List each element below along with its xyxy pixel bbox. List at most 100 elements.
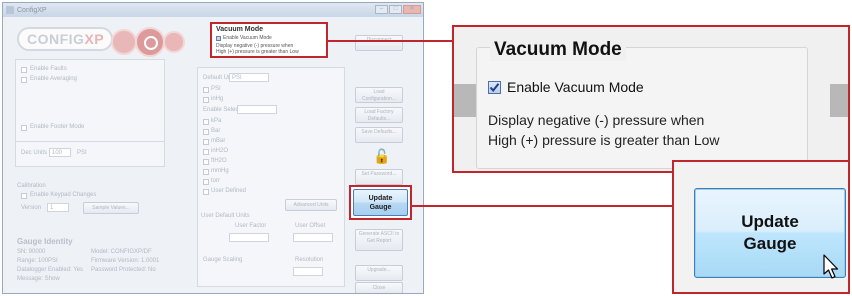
unit-checkbox-user-defined[interactable] bbox=[203, 189, 209, 195]
checkmark-icon bbox=[489, 82, 500, 92]
step-1-icon[interactable] bbox=[111, 29, 137, 55]
enable-faults-label: Enable Faults bbox=[30, 66, 67, 72]
save-defaults-button[interactable]: Save Defaults... bbox=[355, 127, 403, 143]
decimals-label: Dec Units bbox=[21, 150, 48, 156]
unit-checkbox-mmhg[interactable] bbox=[203, 169, 209, 175]
enable-vacuum-mode-row[interactable]: Enable Vacuum Mode bbox=[488, 79, 644, 95]
unit-inhg: inHg bbox=[211, 96, 224, 102]
unit-checkbox-bar[interactable] bbox=[203, 129, 209, 135]
keypad-changes-label: Enable Keypad Changes bbox=[30, 192, 97, 198]
keypad-changes-checkbox[interactable] bbox=[21, 193, 27, 199]
vacuum-description-line-1: Display negative (-) pressure when bbox=[488, 112, 705, 128]
enable-vacuum-mode-label: Enable Vacuum Mode bbox=[507, 79, 644, 95]
unit-checkbox-mbar[interactable] bbox=[203, 139, 209, 145]
unit-user-defined: User Defined bbox=[211, 188, 247, 194]
vacuum-mode-zoom-panel: Vacuum Mode Enable Vacuum Mode Display n… bbox=[452, 25, 850, 173]
resolution-label: Resolution bbox=[295, 257, 324, 263]
set-password-button[interactable]: Set Password... bbox=[355, 169, 403, 185]
vacuum-mode-highlight: Vacuum Mode Enable Vacuum Mode Display n… bbox=[210, 22, 328, 58]
minimize-button[interactable]: – bbox=[375, 5, 388, 14]
faults-group bbox=[15, 59, 165, 151]
update-gauge-button-small[interactable]: Update Gauge bbox=[353, 189, 408, 216]
unit-mbar: mBar bbox=[211, 138, 226, 144]
update-gauge-zoom-panel: Update Gauge bbox=[672, 160, 850, 294]
vacuum-mode-description: Display negative (-) pressure when High … bbox=[488, 110, 720, 150]
user-offset-label: User Offset bbox=[295, 223, 326, 229]
load-configuration-button[interactable]: Load Configuration... bbox=[355, 87, 403, 103]
generate-report-button[interactable]: Generate ASCII to Get Report bbox=[355, 229, 403, 251]
step-2-gauge-icon[interactable] bbox=[135, 27, 165, 57]
configxp-logo: CONFIGXP bbox=[17, 27, 113, 51]
vacuum-mode-groupbox bbox=[476, 47, 808, 169]
unit-checkbox-fth2o[interactable] bbox=[203, 159, 209, 165]
zoom-side-bar-left bbox=[454, 84, 476, 117]
disconnect-button[interactable]: Disconnect bbox=[355, 35, 403, 51]
step-indicator bbox=[111, 27, 185, 57]
version-label: Version bbox=[21, 205, 42, 211]
version-value: 1 bbox=[50, 205, 54, 211]
close-window-button[interactable]: ✕ bbox=[403, 5, 421, 14]
unit-checkbox-inhg[interactable] bbox=[203, 97, 209, 103]
identity-serial: SN: 90000 bbox=[17, 249, 46, 255]
sample-values-button[interactable]: Sample Values... bbox=[83, 202, 139, 214]
unit-torr: torr bbox=[211, 178, 220, 184]
update-gauge-highlight: Update Gauge bbox=[349, 185, 412, 220]
enable-vacuum-mode-checkbox[interactable] bbox=[488, 80, 501, 94]
unit-mmhg: mmHg bbox=[211, 168, 229, 174]
resolution-select[interactable] bbox=[293, 267, 323, 276]
calibration-label: Calibration bbox=[17, 183, 46, 189]
unit-inh2o: inH2O bbox=[211, 148, 229, 154]
unit-checkbox-psi[interactable] bbox=[203, 87, 209, 93]
default-unit-value: PSI bbox=[232, 75, 242, 81]
vacuum-description-line-2: High (+) pressure is greater than Low bbox=[488, 132, 720, 148]
gauge-scaling-label: Gauge Scaling bbox=[203, 257, 243, 263]
unit-bar: Bar bbox=[211, 128, 221, 134]
load-factory-defaults-button[interactable]: Load Factory Defaults... bbox=[355, 107, 403, 123]
close-button[interactable]: Close bbox=[355, 282, 403, 293]
vacuum-checkbox-row-small[interactable]: Enable Vacuum Mode bbox=[216, 35, 322, 41]
identity-password: Password Protected: No bbox=[91, 267, 156, 273]
unit-fth2o: ftH2O bbox=[211, 158, 227, 164]
decimals-value: 100 bbox=[52, 150, 63, 156]
vacuum-description-small: Display negative (-) pressure when High … bbox=[216, 43, 299, 55]
unit-kpa: kPa bbox=[211, 118, 222, 124]
identity-range: Range: 100PSI bbox=[17, 258, 58, 264]
vacuum-connector-line bbox=[328, 40, 452, 42]
step-3-icon[interactable] bbox=[163, 31, 185, 53]
user-default-units-label: User Default Units bbox=[201, 213, 250, 219]
vacuum-checkbox-small[interactable] bbox=[216, 35, 221, 41]
app-icon bbox=[6, 6, 14, 14]
update-connector-line bbox=[412, 205, 672, 207]
unit-checkbox-kpa[interactable] bbox=[203, 119, 209, 125]
vacuum-mode-title-small: Vacuum Mode bbox=[216, 26, 264, 33]
user-factor-label: User Factor bbox=[235, 223, 267, 229]
unit-psi: PSI bbox=[211, 86, 221, 92]
gauge-identity-title: Gauge Identity bbox=[17, 237, 73, 246]
enable-faults-checkbox[interactable] bbox=[21, 67, 27, 73]
enable-averaging-checkbox[interactable] bbox=[21, 77, 27, 83]
maximize-button[interactable]: □ bbox=[389, 5, 402, 14]
lock-icon: 🔓 bbox=[373, 148, 391, 164]
enable-footer-label: Enable Footer Mode bbox=[30, 124, 85, 130]
vacuum-checkbox-label-small: Enable Vacuum Mode bbox=[223, 35, 272, 41]
user-factor-input[interactable] bbox=[229, 233, 269, 242]
enable-averaging-label: Enable Averaging bbox=[30, 76, 77, 82]
update-gauge-button-label: Update Gauge bbox=[741, 212, 799, 253]
identity-message: Message: Show bbox=[17, 276, 60, 282]
annotated-screenshot: ConfigXP – □ ✕ CONFIGXP Enable Faults En… bbox=[0, 0, 852, 296]
unit-checkbox-inh2o[interactable] bbox=[203, 149, 209, 155]
zoom-side-bar-right bbox=[830, 84, 848, 117]
vacuum-mode-title: Vacuum Mode bbox=[490, 39, 626, 61]
decimals-unit: PSI bbox=[77, 150, 87, 156]
unit-checkbox-torr[interactable] bbox=[203, 179, 209, 185]
enable-footer-checkbox[interactable] bbox=[21, 125, 27, 131]
identity-model: Model: CONFIGXP/DF bbox=[91, 249, 152, 255]
window-title: ConfigXP bbox=[17, 6, 47, 14]
window-controls: – □ ✕ bbox=[375, 5, 421, 14]
identity-datalogger: Datalogger Enabled: Yes bbox=[17, 267, 84, 273]
advanced-units-button[interactable]: Advanced Units bbox=[285, 199, 337, 211]
window-titlebar: ConfigXP bbox=[3, 3, 423, 17]
user-offset-input[interactable] bbox=[293, 233, 333, 242]
upgrade-button[interactable]: Upgrade... bbox=[355, 265, 403, 281]
selector-select[interactable] bbox=[237, 105, 277, 114]
